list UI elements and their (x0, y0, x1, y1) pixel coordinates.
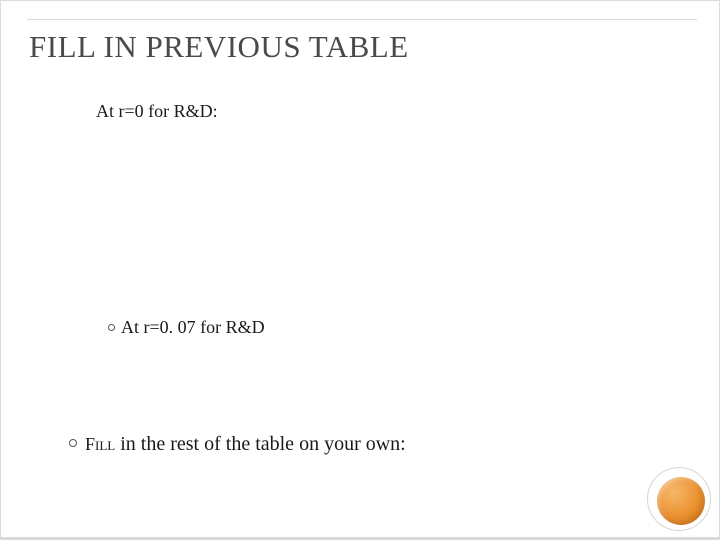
bottom-rule (1, 537, 719, 539)
line3-rest: in the rest of the table on your own: (115, 433, 406, 455)
slide-title: FILL IN PREVIOUS TABLE (29, 29, 409, 65)
title-rule (27, 19, 697, 20)
body-line-3: Fill in the rest of the table on your ow… (69, 433, 406, 456)
body-line-1: At r=0 for R&D: (96, 101, 218, 122)
hollow-bullet-icon (108, 324, 115, 331)
sub-bullet-line: At r=0. 07 for R&D (108, 317, 265, 338)
decorative-orb (645, 465, 705, 525)
orb-fill-icon (657, 477, 705, 525)
sub-bullet-text: At r=0. 07 for R&D (121, 317, 265, 337)
line3-prefix: Fill (85, 434, 115, 454)
hollow-bullet-icon (69, 439, 77, 447)
slide: FILL IN PREVIOUS TABLE At r=0 for R&D: A… (0, 0, 720, 540)
